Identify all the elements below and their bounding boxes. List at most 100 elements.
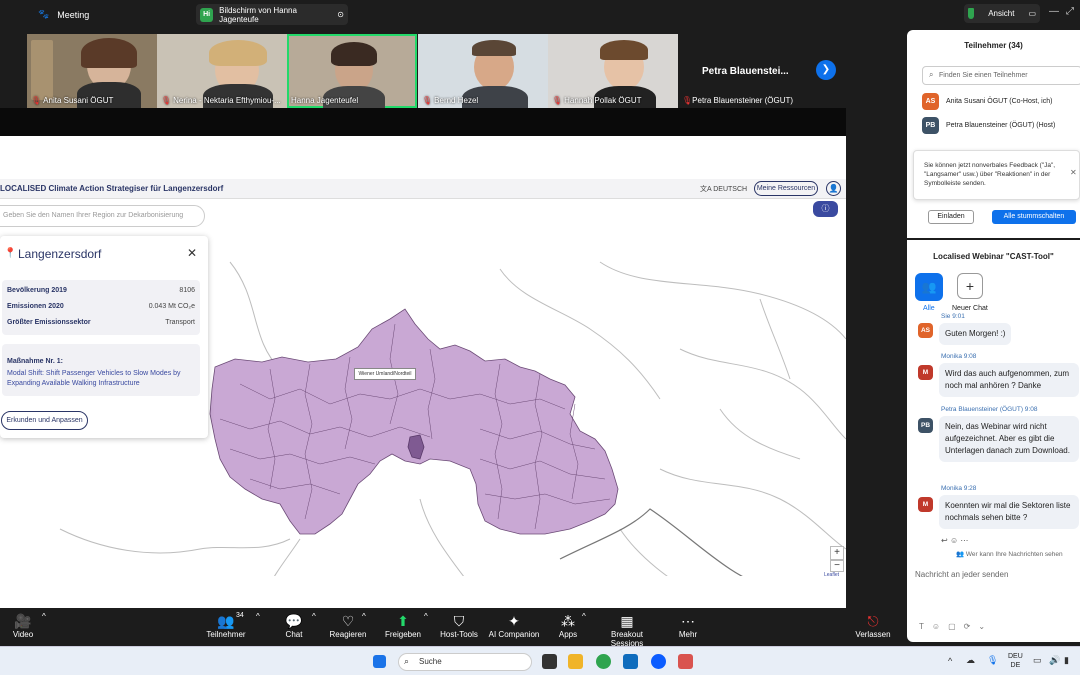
language-selector[interactable]: 文A DEUTSCH <box>700 184 747 194</box>
microphone-icon[interactable]: 🎙 <box>987 655 998 666</box>
participant-row[interactable]: PB Petra Blauensteiner (ÖGUT) (Host) <box>922 117 1055 134</box>
participant-name: Petra Blauensteiner (ÖGUT) (Host) <box>946 122 1056 129</box>
reply-icon: ↩ <box>941 536 948 545</box>
view-label: Ansicht <box>988 9 1015 18</box>
participant-name: 🎙 Anita Susani ÖGUT <box>31 96 114 105</box>
share-button[interactable]: ⬆ Freigeben <box>384 612 422 639</box>
new-chat-button[interactable]: + <box>957 273 983 299</box>
shield-icon: ⛉ <box>453 613 465 629</box>
zoom-icon[interactable] <box>651 654 666 669</box>
more-options-icon[interactable]: ⊙ <box>337 10 344 19</box>
all-chats-button[interactable]: 👥 <box>915 273 943 301</box>
video-tile[interactable]: 🎙 Anita Susani ÖGUT <box>27 34 157 108</box>
zoom-out-button[interactable]: − <box>830 560 844 572</box>
more-button[interactable]: ⋯ Mehr <box>676 612 700 639</box>
info-button[interactable]: ⓘ <box>813 201 838 217</box>
windows-taskbar: Suche ⌕ ^ ☁ 🎙 DEU DE ▭ 🔊 ▮ <box>0 646 1080 675</box>
region-stats: Bevölkerung 2019 8106 Emissionen 2020 0.04… <box>2 280 200 335</box>
invite-button[interactable]: Einladen <box>928 210 974 224</box>
user-icon[interactable]: 👤 <box>826 181 841 196</box>
close-icon[interactable]: ✕ <box>187 246 197 260</box>
task-view-icon[interactable] <box>542 654 557 669</box>
emoji-icon: ☺ <box>949 536 959 545</box>
new-chat-label: Neuer Chat <box>952 305 988 312</box>
screen-share-indicator[interactable]: Hi Bildschirm von Hanna Jagenteufe ⊙ <box>196 4 348 25</box>
video-tile[interactable]: 🎙 Bernd Hezel <box>418 34 548 108</box>
camera-icon: 🎥 <box>14 613 32 629</box>
group-icon: 👥 <box>921 280 937 294</box>
chevron-up-icon[interactable]: ^ <box>362 612 366 621</box>
format-icon[interactable]: T <box>919 622 932 631</box>
leave-icon: ⎋ <box>867 613 879 629</box>
ai-companion-button[interactable]: ✦ AI Companion <box>488 612 540 639</box>
file-explorer-icon[interactable] <box>568 654 583 669</box>
windows-start-icon[interactable] <box>373 655 386 668</box>
zoom-in-button[interactable]: + <box>830 546 844 560</box>
more-icon: ⋯ <box>960 536 969 545</box>
chevron-up-icon[interactable]: ^ <box>948 656 952 666</box>
zoom-title-bar: 🐾 Meeting Hi Bildschirm von Hanna Jagent… <box>0 0 1080 30</box>
participant-name: 🎙 Hannah Pollak ÖGUT <box>552 96 642 105</box>
message-sender: Monika 9:28 <box>941 485 977 492</box>
meeting-label: Meeting <box>57 9 90 20</box>
video-tile[interactable]: 🎙 Hannah Pollak ÖGUT <box>548 34 678 108</box>
browser-icon[interactable] <box>596 654 611 669</box>
apps-button[interactable]: ⁂ Apps <box>556 612 580 639</box>
battery-icon[interactable]: ▮ <box>1064 655 1069 666</box>
sparkle-icon: ✦ <box>508 613 520 629</box>
host-tools-button[interactable]: ⛉ Host-Tools <box>439 612 479 639</box>
video-button[interactable]: 🎥 Video <box>10 612 36 639</box>
grid-icon: ▦ <box>620 613 634 629</box>
resources-button[interactable]: Meine Ressourcen <box>754 181 818 196</box>
view-button[interactable]: Ansicht ▭ <box>964 4 1040 23</box>
side-panel: Teilnehmer (34) ⌕ Finden Sie einen Teiln… <box>907 30 1080 642</box>
video-tile-active-speaker[interactable]: Hanna Jagenteufel <box>287 34 417 108</box>
close-icon[interactable]: ✕ <box>1070 168 1077 177</box>
video-tile[interactable]: 🎙 Nerina - Nektaria Efthymiou-... <box>157 34 287 108</box>
stat-emissions: Emissionen 2020 0.043 Mt CO₂e <box>7 303 195 310</box>
volume-icon[interactable]: 🔊 <box>1049 655 1060 666</box>
leave-button[interactable]: ⎋ Verlassen <box>853 612 893 639</box>
region-search-input[interactable]: Geben Sie den Namen Ihrer Region zur Dek… <box>0 205 205 227</box>
network-icon[interactable]: ☁ <box>966 655 975 666</box>
participant-name: 🎙Petra Blauensteiner (ÖGUT) <box>682 96 794 105</box>
maximize-icon[interactable]: ⤢ <box>1064 6 1076 18</box>
share-background <box>0 108 846 136</box>
emoji-icon[interactable]: ☺ <box>932 622 948 631</box>
chat-title: Localised Webinar "CAST-Tool" <box>933 252 1054 261</box>
participants-button[interactable]: 👥 34 Teilnehmer <box>203 612 249 639</box>
monitor-icon[interactable]: ▭ <box>1033 655 1042 666</box>
message-text: Nein, das Webinar wird nicht aufgezeichn… <box>939 416 1079 462</box>
participant-display-name: Petra Blauenstei... <box>702 66 789 77</box>
snipping-tool-icon[interactable] <box>678 654 693 669</box>
message-actions[interactable]: ↩ ☺ ⋯ <box>941 536 968 545</box>
next-page-button[interactable]: ❯ <box>816 60 836 80</box>
taskbar-search[interactable]: Suche <box>398 653 532 671</box>
all-chats-label: Alle <box>923 305 935 312</box>
breakout-sessions-button[interactable]: ▦ Breakout Sessions <box>596 612 658 648</box>
participant-row[interactable]: AS Anita Susani ÖGUT (Co-Host, ich) <box>922 93 1052 110</box>
featured-participant-tile[interactable]: Petra Blauenstei... 🎙Petra Blauensteiner… <box>678 34 808 108</box>
explore-button[interactable]: Erkunden und Anpassen <box>1 411 88 430</box>
chevron-up-icon[interactable]: ^ <box>424 612 428 621</box>
chevron-up-icon[interactable]: ^ <box>256 612 260 621</box>
chat-tools: T☺▢⟳⌄ <box>919 622 993 631</box>
message-sender: Petra Blauensteiner (ÖGUT) 9:08 <box>941 406 1038 413</box>
chat-input[interactable]: Nachricht an jeder senden <box>915 570 1008 579</box>
chevron-up-icon[interactable]: ^ <box>582 612 586 621</box>
mute-all-button[interactable]: Alle stummschalten <box>992 210 1076 224</box>
chat-button[interactable]: 💬 Chat <box>280 612 308 639</box>
people-icon: 👥 <box>956 551 965 558</box>
outlook-icon[interactable] <box>623 654 638 669</box>
chevron-down-icon[interactable]: ⌄ <box>978 622 993 631</box>
meeting-title: 🐾 Meeting <box>38 9 89 20</box>
screenshot-icon[interactable]: ⟳ <box>964 622 979 631</box>
map-tooltip: Wiener Umland/Nordteil <box>354 368 416 380</box>
participant-search-input[interactable]: Finden Sie einen Teilnehmer <box>922 66 1080 85</box>
minimize-icon[interactable]: — <box>1048 6 1060 18</box>
chevron-up-icon[interactable]: ^ <box>42 612 46 621</box>
who-can-see[interactable]: 👥 Wer kann Ihre Nachrichten sehen <box>956 550 1063 558</box>
language-indicator[interactable]: DEU DE <box>1008 652 1023 670</box>
file-icon[interactable]: ▢ <box>948 622 964 631</box>
chevron-up-icon[interactable]: ^ <box>312 612 316 621</box>
